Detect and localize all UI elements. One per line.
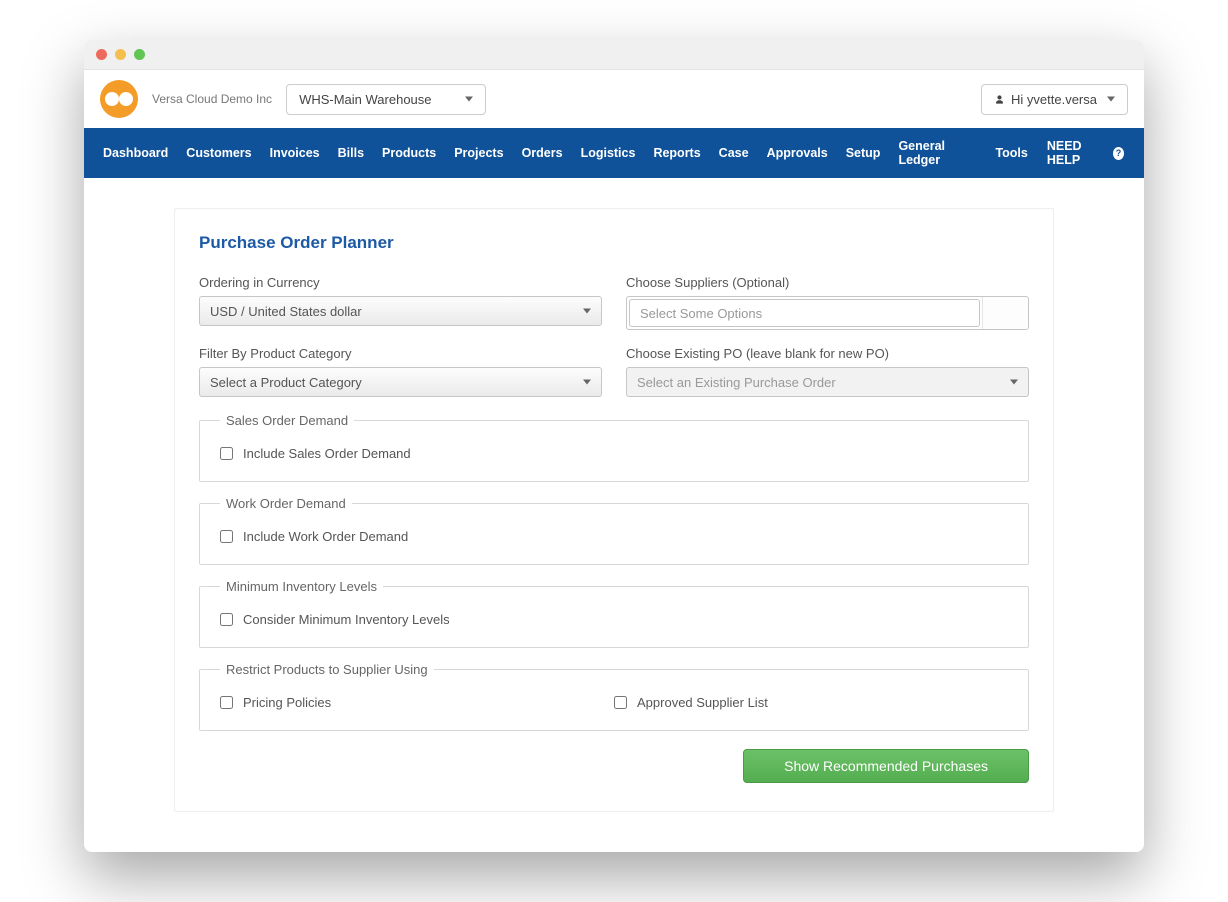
- include-work-order-demand-label: Include Work Order Demand: [243, 529, 408, 544]
- warehouse-select[interactable]: WHS-Main Warehouse: [286, 84, 486, 115]
- pricing-policies-checkbox[interactable]: [220, 696, 233, 709]
- nav-setup[interactable]: Setup: [837, 135, 890, 171]
- approved-supplier-label: Approved Supplier List: [637, 695, 768, 710]
- currency-value: USD / United States dollar: [210, 304, 362, 319]
- chevron-down-icon: [1010, 380, 1018, 385]
- work-order-demand-legend: Work Order Demand: [220, 496, 352, 511]
- brand-logo: [100, 80, 138, 118]
- existing-po-value: Select an Existing Purchase Order: [637, 375, 836, 390]
- category-select[interactable]: Select a Product Category: [199, 367, 602, 397]
- close-window-icon[interactable]: [96, 49, 107, 60]
- consider-minimum-inventory-row[interactable]: Consider Minimum Inventory Levels: [220, 612, 1008, 627]
- suppliers-label: Choose Suppliers (Optional): [626, 275, 1029, 290]
- help-icon: ?: [1113, 147, 1124, 160]
- pricing-policies-row[interactable]: Pricing Policies: [220, 695, 614, 710]
- chevron-down-icon: [583, 380, 591, 385]
- maximize-window-icon[interactable]: [134, 49, 145, 60]
- include-work-order-demand-checkbox[interactable]: [220, 530, 233, 543]
- include-sales-order-demand-label: Include Sales Order Demand: [243, 446, 411, 461]
- category-label: Filter By Product Category: [199, 346, 602, 361]
- nav-invoices[interactable]: Invoices: [261, 135, 329, 171]
- include-work-order-demand-row[interactable]: Include Work Order Demand: [220, 529, 1008, 544]
- need-help-label: NEED HELP: [1047, 139, 1108, 167]
- minimize-window-icon[interactable]: [115, 49, 126, 60]
- restrict-products-legend: Restrict Products to Supplier Using: [220, 662, 434, 677]
- suppliers-side: [982, 297, 1028, 329]
- purchase-order-planner-panel: Purchase Order Planner Ordering in Curre…: [174, 208, 1054, 812]
- need-help-button[interactable]: NEED HELP ?: [1037, 128, 1134, 178]
- nav-reports[interactable]: Reports: [644, 135, 709, 171]
- show-recommended-purchases-button[interactable]: Show Recommended Purchases: [743, 749, 1029, 783]
- chevron-down-icon: [1107, 97, 1115, 102]
- restrict-products-fieldset: Restrict Products to Supplier Using Pric…: [199, 662, 1029, 731]
- approved-supplier-row[interactable]: Approved Supplier List: [614, 695, 1008, 710]
- sales-order-demand-fieldset: Sales Order Demand Include Sales Order D…: [199, 413, 1029, 482]
- minimum-inventory-legend: Minimum Inventory Levels: [220, 579, 383, 594]
- chevron-down-icon: [583, 309, 591, 314]
- suppliers-multiselect[interactable]: Select Some Options: [626, 296, 1029, 330]
- existing-po-label: Choose Existing PO (leave blank for new …: [626, 346, 1029, 361]
- window-titlebar: [84, 40, 1144, 70]
- user-icon: [994, 94, 1005, 105]
- nav-dashboard[interactable]: Dashboard: [94, 135, 177, 171]
- user-menu[interactable]: Hi yvette.versa: [981, 84, 1128, 115]
- sales-order-demand-legend: Sales Order Demand: [220, 413, 354, 428]
- chevron-down-icon: [465, 97, 473, 102]
- nav-logistics[interactable]: Logistics: [572, 135, 645, 171]
- nav-general-ledger[interactable]: General Ledger: [889, 128, 986, 178]
- nav-case[interactable]: Case: [710, 135, 758, 171]
- pricing-policies-label: Pricing Policies: [243, 695, 331, 710]
- nav-projects[interactable]: Projects: [445, 135, 512, 171]
- content-area: Purchase Order Planner Ordering in Curre…: [84, 178, 1144, 852]
- nav-orders[interactable]: Orders: [513, 135, 572, 171]
- include-sales-order-demand-checkbox[interactable]: [220, 447, 233, 460]
- category-value: Select a Product Category: [210, 375, 362, 390]
- existing-po-select[interactable]: Select an Existing Purchase Order: [626, 367, 1029, 397]
- user-menu-label: Hi yvette.versa: [1011, 92, 1097, 107]
- company-name: Versa Cloud Demo Inc: [152, 92, 272, 106]
- nav-customers[interactable]: Customers: [177, 135, 260, 171]
- app-window: Versa Cloud Demo Inc WHS-Main Warehouse …: [84, 40, 1144, 852]
- currency-select[interactable]: USD / United States dollar: [199, 296, 602, 326]
- minimum-inventory-fieldset: Minimum Inventory Levels Consider Minimu…: [199, 579, 1029, 648]
- warehouse-select-value: WHS-Main Warehouse: [299, 92, 431, 107]
- main-nav: Dashboard Customers Invoices Bills Produ…: [84, 128, 1144, 178]
- currency-label: Ordering in Currency: [199, 275, 602, 290]
- consider-minimum-inventory-label: Consider Minimum Inventory Levels: [243, 612, 450, 627]
- suppliers-placeholder: Select Some Options: [629, 299, 980, 327]
- nav-tools[interactable]: Tools: [986, 135, 1036, 171]
- nav-products[interactable]: Products: [373, 135, 445, 171]
- page-title: Purchase Order Planner: [199, 233, 1029, 253]
- include-sales-order-demand-row[interactable]: Include Sales Order Demand: [220, 446, 1008, 461]
- nav-bills[interactable]: Bills: [329, 135, 373, 171]
- work-order-demand-fieldset: Work Order Demand Include Work Order Dem…: [199, 496, 1029, 565]
- nav-approvals[interactable]: Approvals: [758, 135, 837, 171]
- consider-minimum-inventory-checkbox[interactable]: [220, 613, 233, 626]
- app-header: Versa Cloud Demo Inc WHS-Main Warehouse …: [84, 70, 1144, 128]
- approved-supplier-checkbox[interactable]: [614, 696, 627, 709]
